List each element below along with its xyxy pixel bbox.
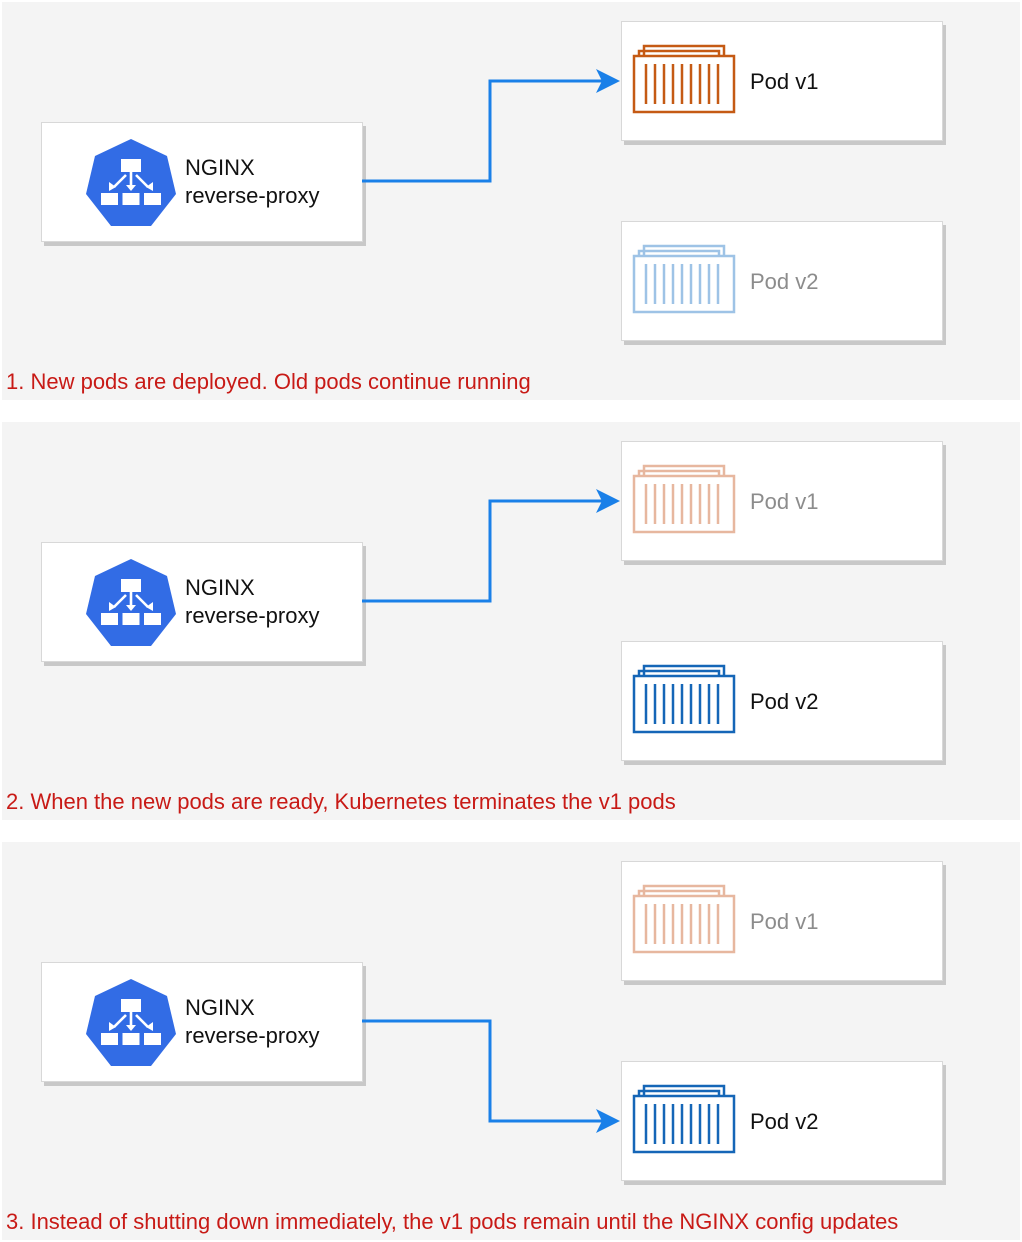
container-icon <box>632 1084 736 1154</box>
step-caption: 2. When the new pods are ready, Kubernet… <box>6 789 676 814</box>
kubernetes-service-icon <box>86 979 176 1066</box>
proxy-role: reverse-proxy <box>185 1023 320 1048</box>
nginx-proxy-card: NGINX reverse-proxy <box>41 122 363 242</box>
pod-v2-label: Pod v2 <box>750 689 819 714</box>
pod-v2-card: Pod v2 <box>621 221 943 341</box>
proxy-label: NGINX reverse-proxy <box>185 574 319 630</box>
proxy-label: NGINX reverse-proxy <box>185 994 319 1050</box>
pod-v2-label: Pod v2 <box>750 269 819 294</box>
step-panel-1: NGINX reverse-proxy Pod v1 Pod v2 1. New… <box>2 2 1020 400</box>
pod-v1-card: Pod v1 <box>621 861 943 981</box>
step-panel-2: NGINX reverse-proxy Pod v1 Pod v2 2. Whe… <box>2 422 1020 820</box>
step-caption: 3. Instead of shutting down immediately,… <box>6 1209 899 1234</box>
proxy-name: NGINX <box>185 155 255 180</box>
pod-v1-card: Pod v1 <box>621 441 943 561</box>
pod-v1-label: Pod v1 <box>750 69 819 94</box>
container-icon <box>632 664 736 734</box>
proxy-name: NGINX <box>185 995 255 1020</box>
proxy-role: reverse-proxy <box>185 603 320 628</box>
kubernetes-service-icon <box>86 559 176 646</box>
pod-v1-label: Pod v1 <box>750 489 819 514</box>
container-icon <box>632 44 736 114</box>
kubernetes-service-icon <box>86 139 176 226</box>
container-icon <box>632 884 736 954</box>
container-icon <box>632 464 736 534</box>
pod-v1-card: Pod v1 <box>621 21 943 141</box>
proxy-name: NGINX <box>185 575 255 600</box>
pod-v2-card: Pod v2 <box>621 641 943 761</box>
proxy-role: reverse-proxy <box>185 183 320 208</box>
pod-v2-label: Pod v2 <box>750 1109 819 1134</box>
step-panel-3: NGINX reverse-proxy Pod v1 Pod v2 3. Ins… <box>2 842 1020 1240</box>
container-icon <box>632 244 736 314</box>
nginx-proxy-card: NGINX reverse-proxy <box>41 962 363 1082</box>
nginx-proxy-card: NGINX reverse-proxy <box>41 542 363 662</box>
step-caption: 1. New pods are deployed. Old pods conti… <box>6 369 531 394</box>
pod-v2-card: Pod v2 <box>621 1061 943 1181</box>
proxy-label: NGINX reverse-proxy <box>185 154 319 210</box>
pod-v1-label: Pod v1 <box>750 909 819 934</box>
